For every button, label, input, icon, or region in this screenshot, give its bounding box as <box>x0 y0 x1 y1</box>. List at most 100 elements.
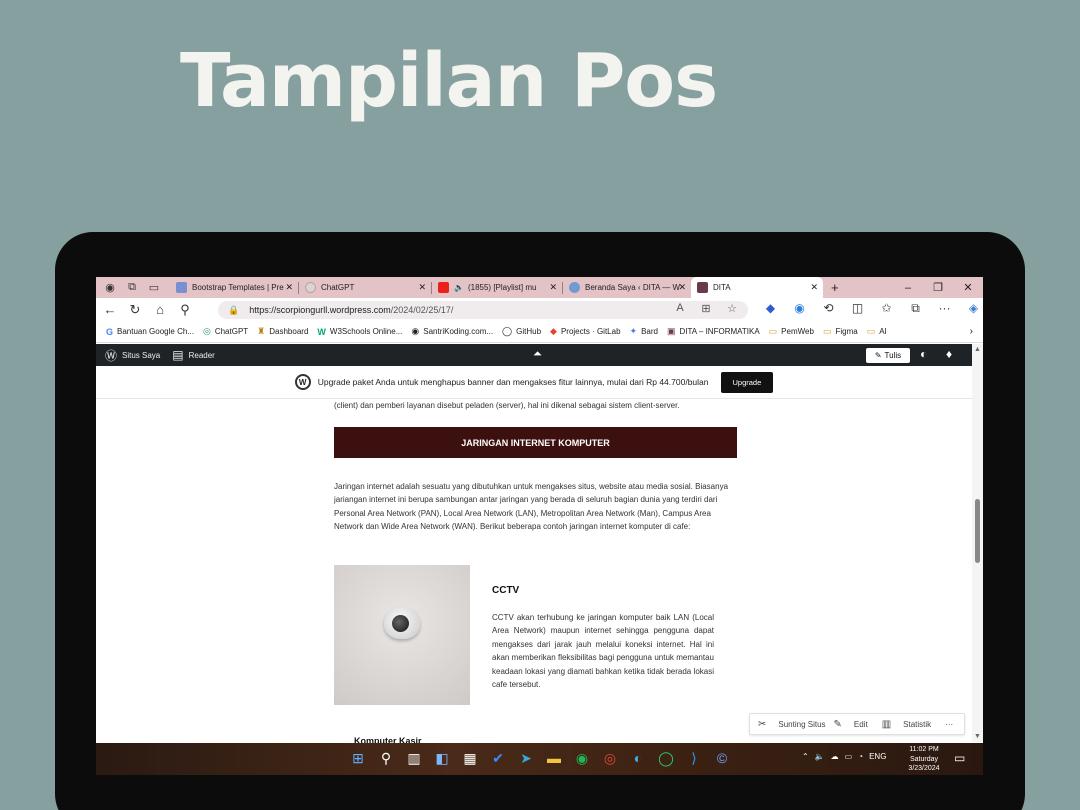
widgets-icon[interactable]: ◧ <box>428 750 456 767</box>
back-icon[interactable]: ← <box>99 302 121 317</box>
read-aloud-icon[interactable]: A <box>667 302 693 315</box>
bard-icon: ✦ <box>629 326 638 336</box>
scroll-up-icon[interactable]: ▲ <box>974 346 981 353</box>
restore-icon[interactable]: ❐ <box>923 281 953 294</box>
whatsapp-icon[interactable]: ◯ <box>652 750 680 767</box>
language-indicator[interactable]: ENG <box>869 752 886 761</box>
bookmark-bard[interactable]: ✦ Bard <box>630 326 658 337</box>
volume-icon[interactable]: 🔈 <box>815 752 825 761</box>
close-icon[interactable]: ✕ <box>549 282 557 293</box>
upgrade-button[interactable]: Upgrade <box>720 371 774 393</box>
windows-start-icon[interactable]: ⊞ <box>344 750 372 767</box>
extension-icon[interactable]: ⟲ <box>814 301 843 316</box>
notifications-icon[interactable]: ♦ <box>946 347 952 361</box>
wifi-icon[interactable]: ◔ <box>858 752 863 761</box>
my-sites-link[interactable]: Ⓦ Situs Saya <box>105 347 160 364</box>
split-screen-icon[interactable]: ◫ <box>843 301 872 316</box>
tab-youtube[interactable]: 🔈 (1855) [Playlist] mu ✕ <box>432 277 562 298</box>
telegram-icon[interactable]: ➤ <box>512 750 540 767</box>
extension-icon[interactable]: ◆ <box>756 301 785 316</box>
write-label: Tulis <box>884 351 902 360</box>
tab-actions-icon[interactable]: ▭ <box>146 281 162 295</box>
collapse-icon[interactable]: ⏶ <box>533 348 542 361</box>
close-icon[interactable]: ✕ <box>678 282 686 293</box>
extensions: ◆ ◉ ⟲ ◫ ✩ ⧉ ··· ◈ <box>756 301 983 316</box>
battery-icon[interactable]: ▭ <box>845 752 853 761</box>
close-icon[interactable]: ✕ <box>418 282 426 293</box>
screen: ◉ ⧉ ▭ Bootstrap Templates | Pre ✕ ChatGP… <box>96 277 983 775</box>
bookmark-figma[interactable]: ▭ Figma <box>823 326 858 337</box>
refresh-icon[interactable]: ↻ <box>124 302 146 318</box>
bookmark-github[interactable]: ◯ GitHub <box>502 326 541 337</box>
chrome-icon[interactable]: ◎ <box>596 750 624 767</box>
app-available-icon[interactable]: ⊞ <box>693 302 719 315</box>
audio-icon[interactable]: 🔈 <box>454 283 464 292</box>
copilot-icon[interactable]: © <box>708 750 736 767</box>
reader-link[interactable]: ▤ Reader <box>172 348 215 362</box>
extension-icon[interactable]: ◉ <box>785 301 814 316</box>
new-tab-icon[interactable]: + <box>831 280 839 295</box>
copilot-icon[interactable]: ◈ <box>959 301 983 316</box>
lock-icon[interactable]: 🔒 <box>228 305 239 316</box>
bookmark-w3schools[interactable]: W W3Schools Online... <box>317 327 402 337</box>
minimize-icon[interactable]: – <box>893 282 923 294</box>
vscode-icon[interactable]: ⟩ <box>680 750 708 767</box>
tab-chatgpt[interactable]: ChatGPT ✕ <box>299 277 431 298</box>
customize-site-button[interactable]: ✂ Sunting Situs <box>758 719 826 730</box>
tab-label: DITA <box>713 283 731 292</box>
bookmark-label: DITA – INFORMATIKA <box>679 327 760 336</box>
edge-icon[interactable]: ◐ <box>624 750 652 767</box>
clock-day: Saturday <box>909 755 939 763</box>
search-icon[interactable]: ⚲ <box>174 302 196 318</box>
scrollbar[interactable]: ▲ ▼ <box>972 344 983 742</box>
favorites-icon[interactable]: ✩ <box>872 301 901 316</box>
bookmark-gitlab[interactable]: ◆ Projects · GitLab <box>550 326 621 337</box>
clock[interactable]: 11:02 PM Saturday 3/23/2024 <box>904 745 944 774</box>
stats-button[interactable]: ▥ Statistik <box>882 719 931 730</box>
edit-button[interactable]: ✎ Edit <box>834 719 868 730</box>
spotify-icon[interactable]: ◉ <box>568 750 596 767</box>
tab-beranda[interactable]: Beranda Saya ‹ DITA — W ✕ <box>563 277 691 298</box>
tab-bootstrap[interactable]: Bootstrap Templates | Pre ✕ <box>170 277 298 298</box>
tab-dita[interactable]: DITA ✕ <box>691 277 823 298</box>
bookmark-santrikoding[interactable]: ◉ SantriKoding.com... <box>411 326 493 337</box>
notification-icon[interactable]: ▭ <box>954 751 965 765</box>
scroll-down-icon[interactable]: ▼ <box>974 733 981 740</box>
scroll-thumb[interactable] <box>975 499 980 563</box>
bookmark-pemweb[interactable]: ▭ PemWeb <box>769 326 814 337</box>
more-icon[interactable]: ··· <box>945 720 953 729</box>
favorite-star-icon[interactable]: ☆ <box>719 302 745 315</box>
profile-icon[interactable]: ◉ <box>102 281 118 295</box>
tab-label: (1855) [Playlist] mu <box>467 283 537 292</box>
write-button[interactable]: ✎ Tulis <box>866 348 910 363</box>
bookmarks-bar: G Bantuan Google Ch... ◎ ChatGPT ♜ Dashboar… <box>96 321 983 343</box>
home-icon[interactable]: ⌂ <box>149 302 171 317</box>
chevron-right-icon[interactable]: › <box>970 326 973 337</box>
post-paragraph: Jaringan internet adalah sesuatu yang di… <box>334 482 729 532</box>
bookmark-dita[interactable]: ▣ DITA – INFORMATIKA <box>667 326 760 337</box>
bookmark-google[interactable]: G Bantuan Google Ch... <box>106 327 194 337</box>
close-icon[interactable]: ✕ <box>285 282 293 293</box>
bookmark-dashboard[interactable]: ♜ Dashboard <box>257 326 308 337</box>
close-icon[interactable]: ✕ <box>810 282 818 293</box>
workspaces-icon[interactable]: ⧉ <box>124 281 140 295</box>
cctv-image <box>334 565 470 705</box>
more-icon[interactable]: ··· <box>930 301 959 316</box>
taskbar: ⊞ ⚲ ▥ ◧ ▦ ✔ ➤ ▬ ◉ ◎ ◐ ◯ ⟩ © ⌃ 🔈 ☁ ▭ ◔ EN… <box>96 743 983 775</box>
system-tray: ⌃ 🔈 ☁ ▭ ◔ ENG <box>802 752 892 761</box>
bookmark-ai[interactable]: ▭ AI <box>867 326 887 337</box>
search-icon[interactable]: ⚲ <box>372 750 400 767</box>
store-icon[interactable]: ▦ <box>456 750 484 767</box>
cloud-icon[interactable]: ☁ <box>831 752 839 761</box>
collections-icon[interactable]: ⧉ <box>901 301 930 316</box>
bookmark-chatgpt[interactable]: ◎ ChatGPT <box>203 326 248 337</box>
todo-icon[interactable]: ✔ <box>484 750 512 767</box>
chevron-up-icon[interactable]: ⌃ <box>802 752 809 761</box>
task-view-icon[interactable]: ▥ <box>400 750 428 767</box>
dita-favicon <box>697 282 708 293</box>
url-path: /2024/02/25/17/ <box>390 305 454 315</box>
bookmark-label: ChatGPT <box>214 327 249 336</box>
close-window-icon[interactable]: ✕ <box>953 281 983 294</box>
avatar[interactable]: ◐ <box>920 347 927 361</box>
file-explorer-icon[interactable]: ▬ <box>540 750 568 767</box>
